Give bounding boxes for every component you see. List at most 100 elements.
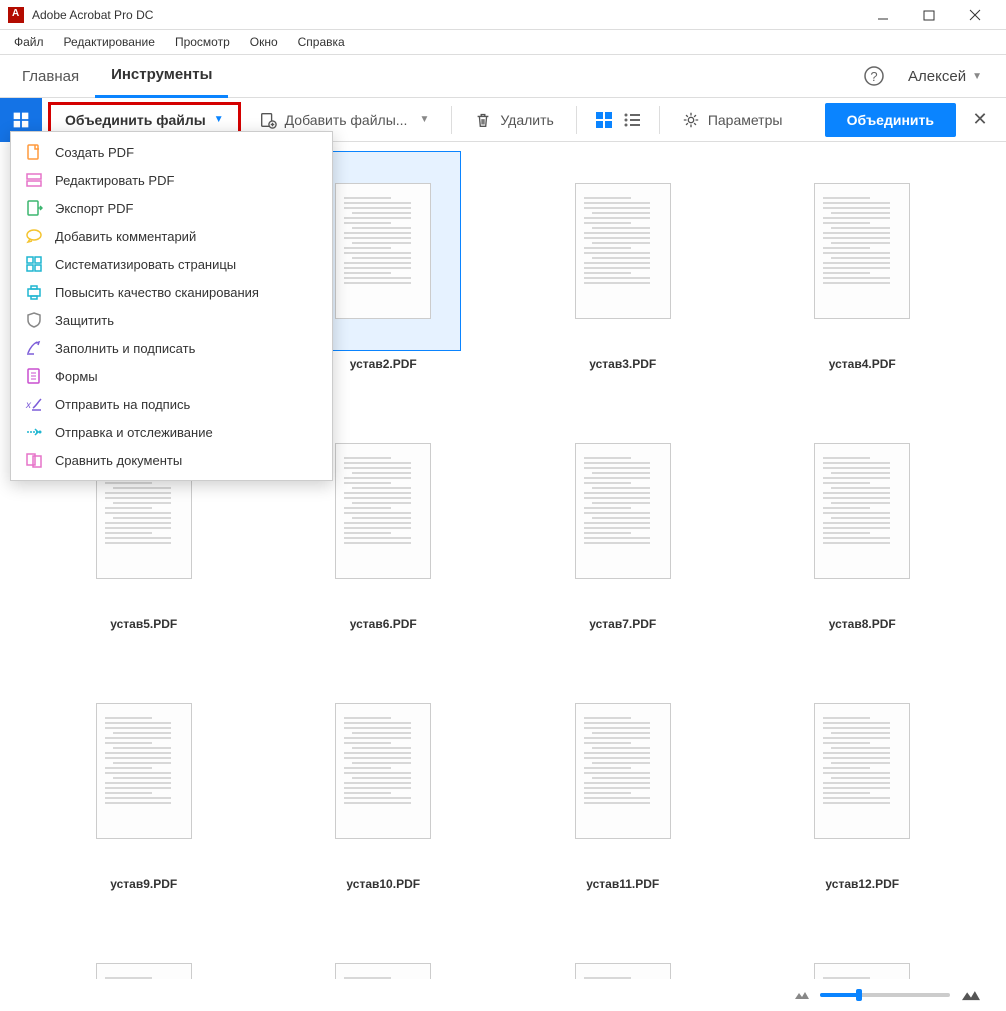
menu-file[interactable]: Файл (4, 33, 54, 51)
dropdown-item-icon (25, 143, 43, 161)
menu-edit[interactable]: Редактирование (54, 33, 165, 51)
file-card[interactable] (773, 931, 953, 979)
file-thumbnail (545, 671, 701, 871)
dropdown-item[interactable]: Добавить комментарий (11, 222, 332, 250)
dropdown-item[interactable]: Отправка и отслеживание (11, 418, 332, 446)
grid-view-button[interactable] (591, 107, 617, 133)
file-thumbnail (545, 151, 701, 351)
file-thumbnail (784, 151, 940, 351)
left-edge (0, 143, 10, 1011)
dropdown-item[interactable]: Сравнить документы (11, 446, 332, 474)
app-title: Adobe Acrobat Pro DC (32, 8, 860, 22)
file-name: устав4.PDF (829, 357, 896, 371)
file-name: устав8.PDF (829, 617, 896, 631)
file-card[interactable]: устав9.PDF (54, 671, 234, 891)
dropdown-item[interactable]: Редактировать PDF (11, 166, 332, 194)
file-name: устав2.PDF (350, 357, 417, 371)
dropdown-item-label: Отправка и отслеживание (55, 425, 213, 440)
file-card[interactable]: устав4.PDF (773, 151, 953, 371)
file-name: устав5.PDF (110, 617, 177, 631)
caret-down-icon: ▼ (214, 114, 224, 125)
dropdown-item-label: Редактировать PDF (55, 173, 174, 188)
file-thumbnail (66, 671, 222, 871)
file-card[interactable] (54, 931, 234, 979)
thumbnail-small-icon (794, 988, 810, 1002)
dropdown-item[interactable]: Систематизировать страницы (11, 250, 332, 278)
menubar: Файл Редактирование Просмотр Окно Справк… (0, 30, 1006, 54)
file-thumbnail (545, 931, 701, 979)
user-name: Алексей (908, 68, 966, 85)
dropdown-item-label: Создать PDF (55, 145, 134, 160)
add-files-label: Добавить файлы... (285, 112, 408, 128)
dropdown-item-label: Сравнить документы (55, 453, 182, 468)
file-name: устав11.PDF (586, 877, 659, 891)
header: Главная Инструменты ? Алексей ▼ (0, 54, 1006, 98)
dropdown-item-label: Экспорт PDF (55, 201, 133, 216)
dropdown-item[interactable]: Защитить (11, 306, 332, 334)
file-name: устав6.PDF (350, 617, 417, 631)
list-view-button[interactable] (619, 107, 645, 133)
dropdown-item-label: Отправить на подпись (55, 397, 190, 412)
file-name: устав10.PDF (346, 877, 420, 891)
options-label: Параметры (708, 112, 783, 128)
dropdown-item[interactable]: Заполнить и подписать (11, 334, 332, 362)
file-card[interactable]: устав10.PDF (294, 671, 474, 891)
file-name: устав7.PDF (589, 617, 656, 631)
dropdown-item-icon (25, 311, 43, 329)
dropdown-item-icon (25, 339, 43, 357)
close-button[interactable] (952, 0, 998, 30)
dropdown-item-icon (25, 171, 43, 189)
file-card[interactable]: устав8.PDF (773, 411, 953, 631)
user-menu[interactable]: Алексей ▼ (896, 54, 994, 98)
dropdown-item-icon (25, 199, 43, 217)
file-thumbnail (784, 411, 940, 611)
file-card[interactable]: устав7.PDF (533, 411, 713, 631)
dropdown-item-icon (25, 367, 43, 385)
dropdown-item-icon (25, 451, 43, 469)
maximize-button[interactable] (906, 0, 952, 30)
file-thumbnail (784, 931, 940, 979)
dropdown-item[interactable]: Экспорт PDF (11, 194, 332, 222)
app-icon (8, 7, 24, 23)
file-thumbnail (305, 931, 461, 979)
file-name: устав9.PDF (110, 877, 177, 891)
file-thumbnail (66, 931, 222, 979)
dropdown-item-label: Заполнить и подписать (55, 341, 195, 356)
dropdown-item-icon (25, 423, 43, 441)
dropdown-item-label: Добавить комментарий (55, 229, 196, 244)
close-tool-button[interactable]: ✕ (962, 102, 998, 138)
file-card[interactable]: устав3.PDF (533, 151, 713, 371)
menu-help[interactable]: Справка (288, 33, 355, 51)
dropdown-item-label: Повысить качество сканирования (55, 285, 259, 300)
combine-files-label: Объединить файлы (65, 112, 206, 128)
file-card[interactable]: устав12.PDF (773, 671, 953, 891)
file-card[interactable] (533, 931, 713, 979)
thumbnail-size-slider[interactable] (820, 993, 950, 997)
file-thumbnail (784, 671, 940, 871)
menu-window[interactable]: Окно (240, 33, 288, 51)
menu-view[interactable]: Просмотр (165, 33, 240, 51)
dropdown-item[interactable]: Повысить качество сканирования (11, 278, 332, 306)
file-name: устав3.PDF (589, 357, 656, 371)
help-icon[interactable]: ? (852, 54, 896, 98)
delete-button[interactable]: Удалить (462, 102, 565, 138)
tools-dropdown: Создать PDF Редактировать PDF Экспорт PDF Д… (10, 131, 333, 481)
file-card[interactable]: устав11.PDF (533, 671, 713, 891)
file-card[interactable] (294, 931, 474, 979)
options-button[interactable]: Параметры (670, 102, 795, 138)
tab-tools[interactable]: Инструменты (95, 54, 228, 98)
dropdown-item[interactable]: x Отправить на подпись (11, 390, 332, 418)
dropdown-item-icon: x (25, 395, 43, 413)
delete-label: Удалить (500, 112, 553, 128)
bottom-bar (14, 979, 992, 1011)
thumbnail-large-icon (960, 986, 982, 1004)
dropdown-item[interactable]: Формы (11, 362, 332, 390)
svg-text:?: ? (870, 69, 877, 84)
minimize-button[interactable] (860, 0, 906, 30)
file-thumbnail (305, 671, 461, 871)
dropdown-item[interactable]: Создать PDF (11, 138, 332, 166)
file-name: устав12.PDF (825, 877, 899, 891)
titlebar: Adobe Acrobat Pro DC (0, 0, 1006, 30)
combine-button[interactable]: Объединить (825, 103, 956, 137)
tab-home[interactable]: Главная (6, 54, 95, 98)
